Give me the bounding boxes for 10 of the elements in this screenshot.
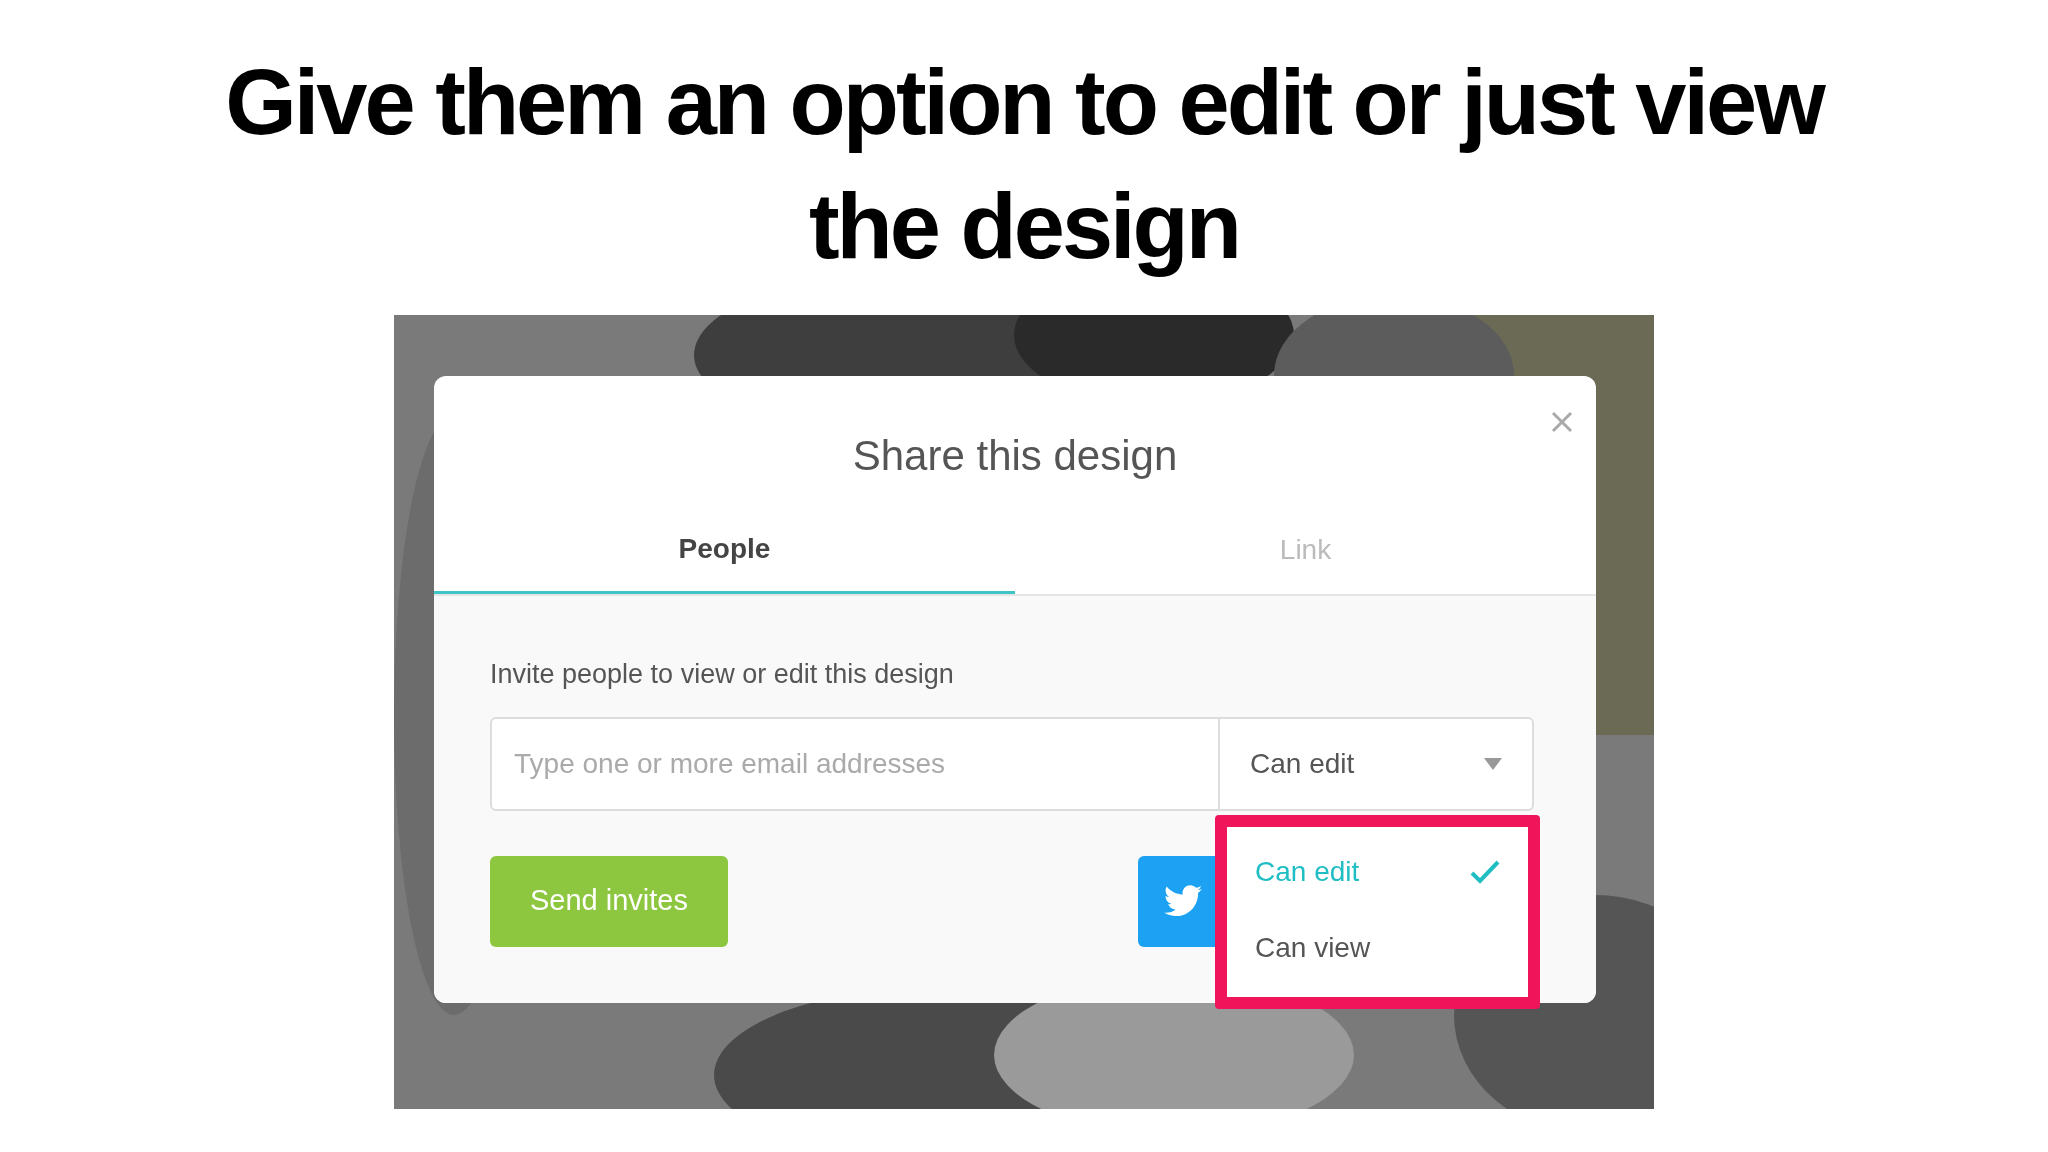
check-icon xyxy=(1470,860,1500,884)
menu-item[interactable]: Can view xyxy=(1255,925,1500,971)
bird-icon xyxy=(1164,885,1202,917)
email-field[interactable]: Type one or more email addresses xyxy=(490,716,1220,811)
permission-select[interactable]: Can edit xyxy=(1220,716,1534,811)
caret-icon xyxy=(1484,757,1502,770)
invite-prompt: Invite people to view or edit this design xyxy=(490,658,955,691)
close-icon[interactable] xyxy=(1550,410,1574,434)
slide-heading: Give them an option to edit or just view the design xyxy=(224,50,1825,279)
dialog-title: Share this design xyxy=(852,431,1178,481)
